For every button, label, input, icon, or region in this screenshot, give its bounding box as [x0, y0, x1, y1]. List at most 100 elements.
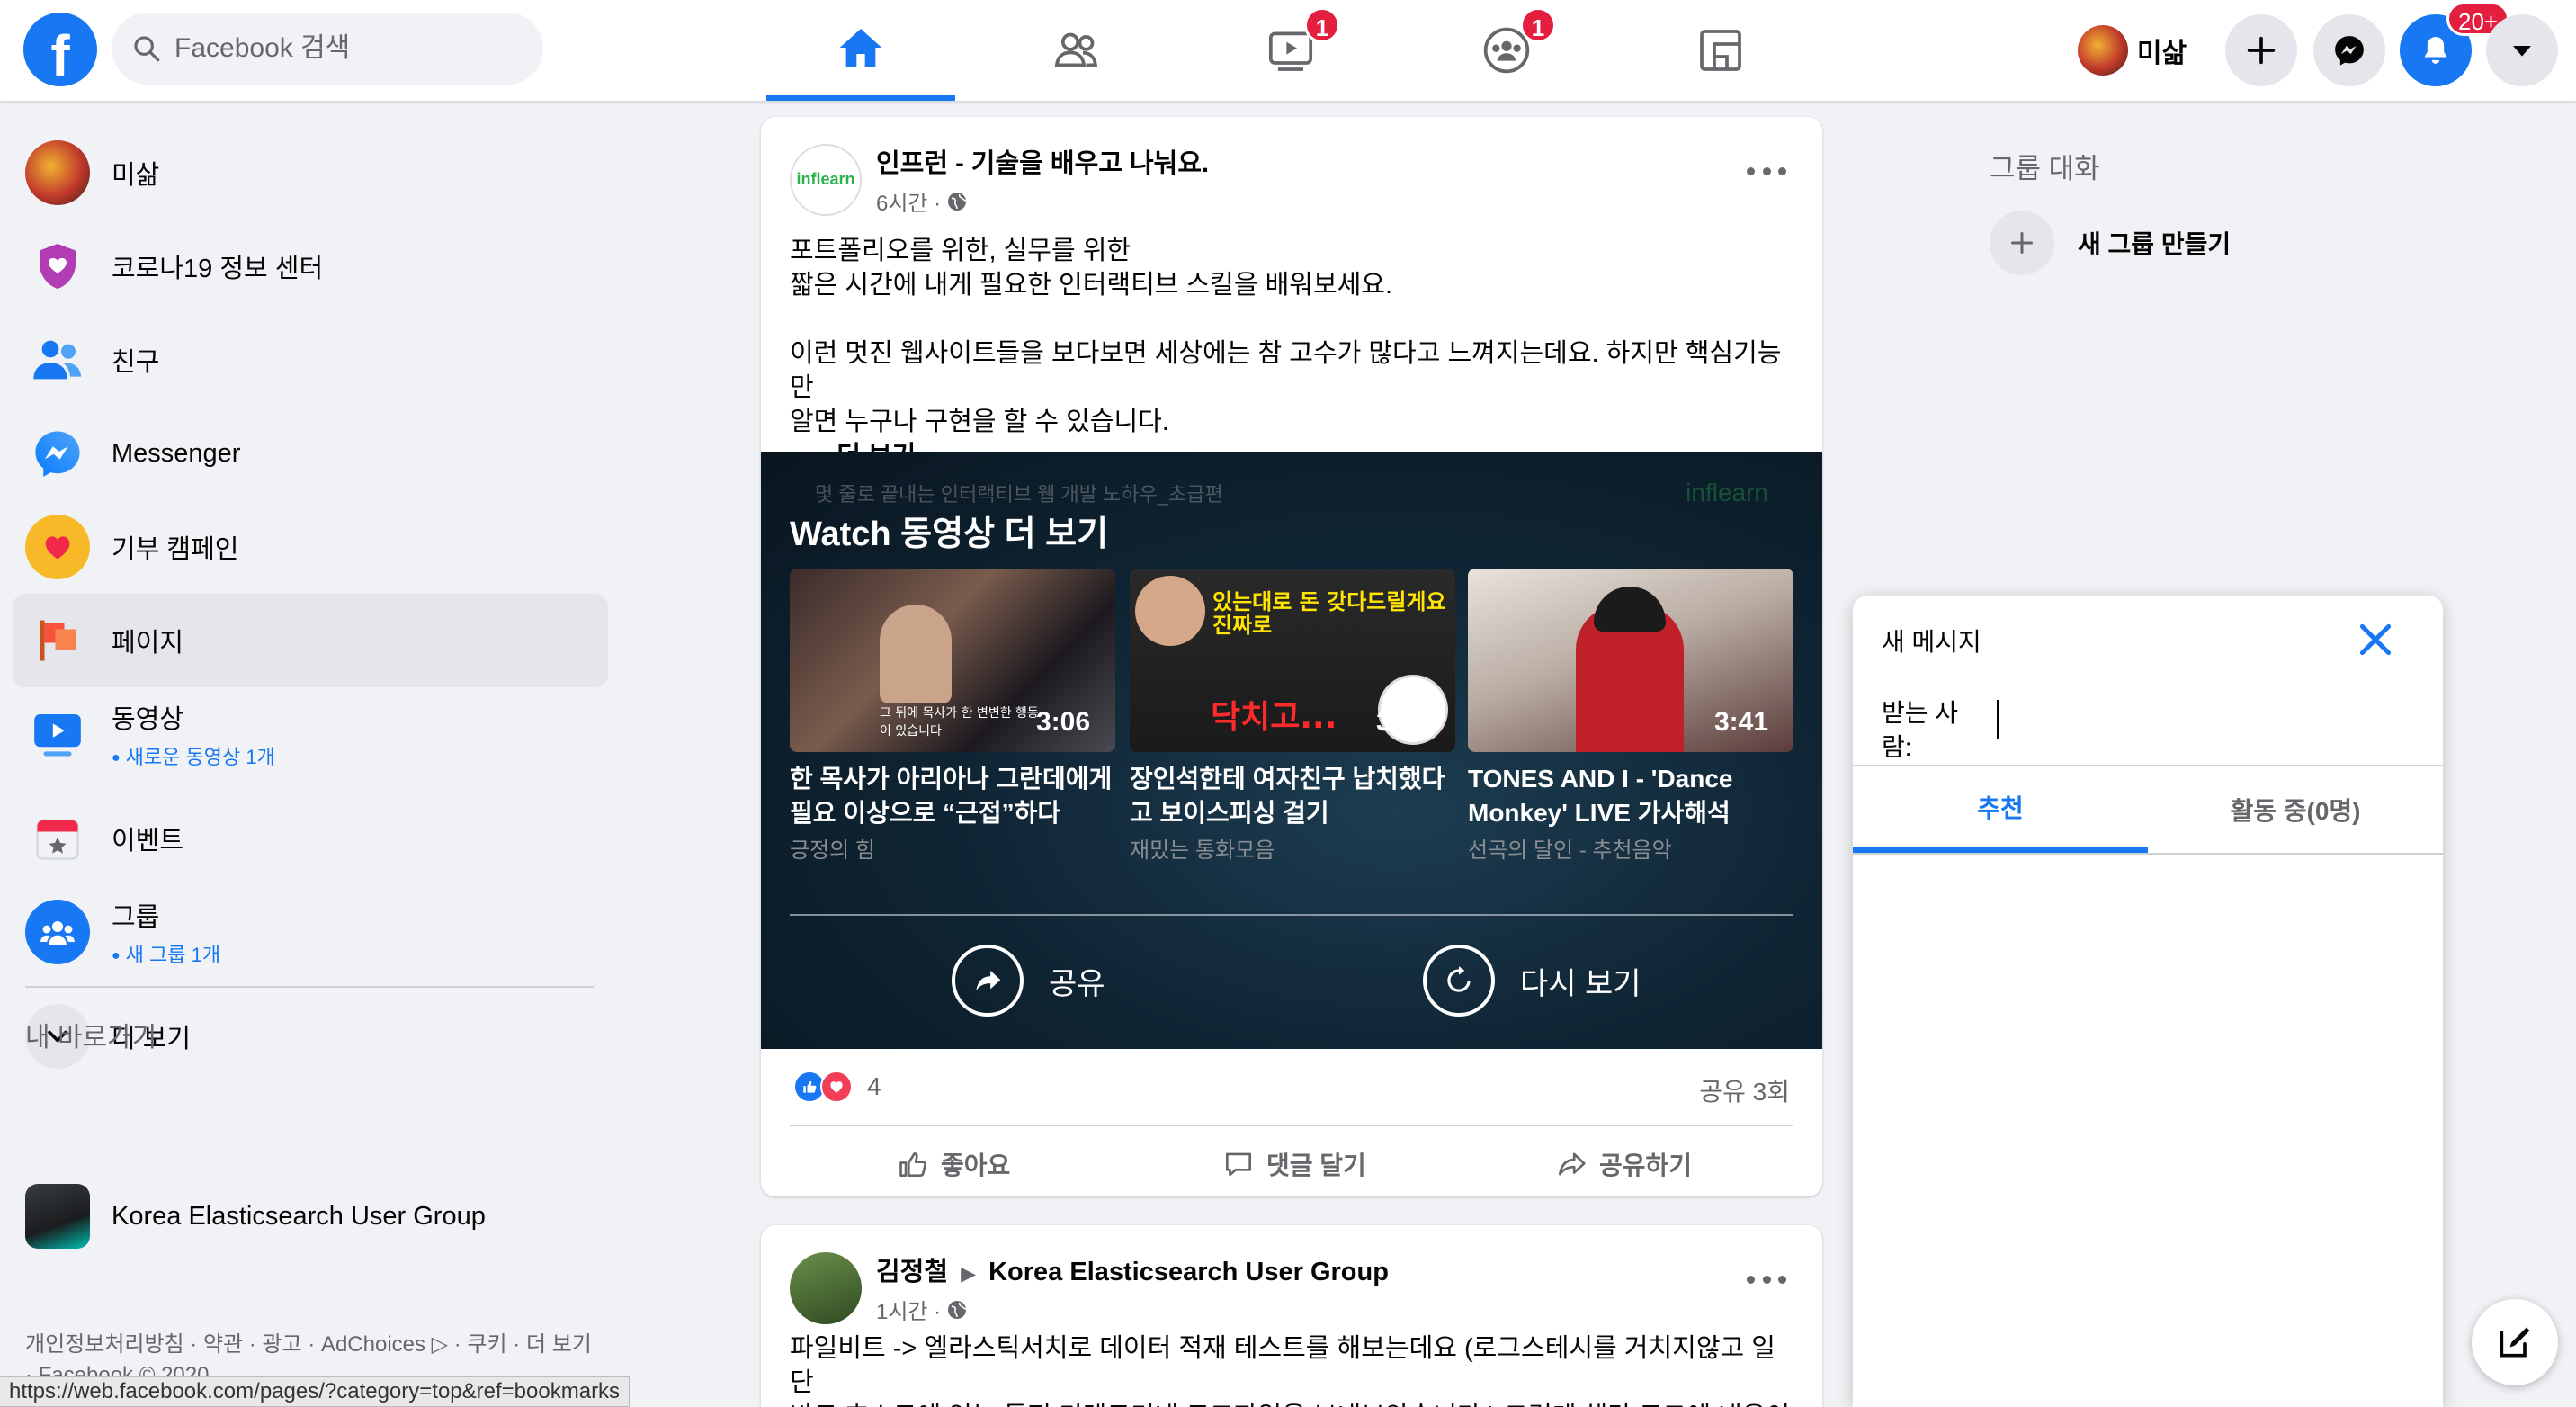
- video-thumbnail[interactable]: 그 뒤에 목사가 한 변변한 행동이 있습니다 3:06: [790, 569, 1115, 752]
- tab-gaming[interactable]: [1626, 0, 1815, 101]
- sidebar-item-friends[interactable]: 친구: [13, 313, 608, 407]
- sidebar-item-covid[interactable]: 코로나19 정보 센터: [13, 220, 608, 313]
- close-icon: [2359, 623, 2392, 656]
- account-menu-button[interactable]: [2486, 14, 2558, 86]
- post-header: inflearn 인프런 - 기술을 배우고 나눠요. 6시간 ·: [790, 142, 1209, 217]
- groups-icon: [25, 900, 90, 964]
- video-icon: [25, 702, 90, 766]
- watch-badge: 1: [1304, 7, 1340, 43]
- replay-icon: [1423, 945, 1495, 1017]
- sidebar-item-profile[interactable]: 미삶: [13, 126, 608, 220]
- new-message-button[interactable]: [2472, 1299, 2558, 1385]
- comment-button[interactable]: 댓글 달기: [1221, 1135, 1366, 1193]
- like-button[interactable]: 좋아요: [896, 1135, 1010, 1193]
- comment-label: 댓글 달기: [1266, 1152, 1366, 1179]
- post-header: 김정철 ▶ Korea Elasticsearch User Group 1시간…: [790, 1250, 1389, 1325]
- video-caption[interactable]: TONES AND I - 'Dance Monkey' LIVE 가사해석 선…: [1468, 762, 1793, 864]
- video-caption[interactable]: 장인석한테 여자친구 납치했다고 보이스피싱 걸기 재밌는 통화모음: [1130, 762, 1455, 864]
- share-label: 공유하기: [1599, 1152, 1693, 1179]
- search-input[interactable]: [174, 33, 516, 64]
- post-timestamp[interactable]: 1시간 ·: [876, 1294, 1389, 1325]
- covid-shield-icon: [25, 234, 90, 299]
- heart-icon: [25, 515, 90, 579]
- video-player[interactable]: 몇 줄로 끝내는 인터랙티브 웹 개발 노하우_초급편 inflearn Wat…: [761, 452, 1822, 1049]
- sidebar-item-messenger[interactable]: Messenger: [13, 407, 608, 500]
- create-button[interactable]: [2225, 14, 2297, 86]
- sidebar-item-label: 이벤트: [112, 827, 184, 856]
- sidebar-item-label: 기부 캠페인: [112, 535, 239, 564]
- tab-suggested[interactable]: 추천: [1853, 766, 2148, 853]
- post-text: 포트폴리오를 위한, 실무를 위한 짧은 시간에 내게 필요한 인터랙티브 스킬…: [790, 234, 1797, 473]
- sidebar-item-pages[interactable]: 페이지: [13, 594, 608, 687]
- sidebar-item-fundraisers[interactable]: 기부 캠페인: [13, 500, 608, 594]
- post-options-icon[interactable]: [1747, 153, 1786, 189]
- post-timestamp[interactable]: 6시간 ·: [876, 185, 1209, 217]
- video-caption[interactable]: 한 목사가 아리아나 그란데에게 필요 이상으로 “근접”하다 긍정의 힘: [790, 762, 1115, 864]
- tab-friends[interactable]: [982, 0, 1171, 101]
- bell-icon: [2424, 37, 2447, 64]
- sidebar-item-groups[interactable]: 그룹 새 그룹 1개: [13, 885, 608, 979]
- share-count[interactable]: 공유 3회: [1699, 1072, 1790, 1108]
- video-source: 재밌는 통화모음: [1130, 838, 1275, 863]
- thumb-hat: [1594, 587, 1666, 632]
- video-watermark: inflearn: [1686, 479, 1768, 506]
- post-avatar[interactable]: [790, 1251, 862, 1324]
- chat-title: 새 메시지: [1882, 628, 1981, 656]
- plus-icon: [1990, 211, 2054, 275]
- video-divider: [790, 914, 1793, 916]
- sidebar-item-sublabel: 새로운 동영상 1개: [112, 741, 275, 770]
- video-caption-text: 한 목사가 아리아나 그란데에게 필요 이상으로 “근접”하다: [790, 765, 1113, 827]
- post-author[interactable]: 김정철: [876, 1258, 948, 1286]
- calendar-icon: [25, 806, 90, 871]
- watch-more-heading: Watch 동영상 더 보기: [790, 515, 1109, 553]
- video-thumbnail[interactable]: 있는대로 돈 갖다드릴게요 진짜로 닥치고... 3:04: [1130, 569, 1455, 752]
- thumb-overlay-text: 닥치고...: [1211, 699, 1337, 736]
- video-replay-button[interactable]: 다시 보기: [1423, 945, 1641, 1017]
- tab-groups[interactable]: 1: [1412, 0, 1601, 101]
- reaction-count: 4: [867, 1072, 881, 1100]
- search-box[interactable]: [112, 13, 543, 85]
- tab-watch[interactable]: 1: [1196, 0, 1385, 101]
- post-author[interactable]: 인프런 - 기술을 배우고 나눠요.: [876, 142, 1209, 180]
- group-thumbnail: [25, 1184, 90, 1249]
- feed-post: inflearn 인프런 - 기술을 배우고 나눠요. 6시간 · 포트폴리오를…: [761, 117, 1822, 1196]
- tab-active-now[interactable]: 활동 중(0명): [2148, 766, 2443, 853]
- sidebar-item-label: Messenger: [112, 438, 241, 468]
- status-url: https://web.facebook.com/pages/?category…: [0, 1376, 631, 1407]
- sidebar-item-events[interactable]: 이벤트: [13, 792, 608, 885]
- share-button[interactable]: 공유하기: [1554, 1135, 1692, 1193]
- close-button[interactable]: [2353, 617, 2398, 662]
- recipient-input[interactable]: [1997, 700, 2393, 739]
- thumb-overlay-text: 그 뒤에 목사가 한 변변한 행동이 있습니다: [880, 706, 1039, 739]
- thumb-face: [1135, 576, 1205, 646]
- messenger-button[interactable]: [2313, 14, 2385, 86]
- profile-chip[interactable]: 미삶: [2078, 23, 2187, 77]
- sidebar-item-label: 동영상: [112, 705, 184, 734]
- video-thumbnail[interactable]: 3:41: [1468, 569, 1793, 752]
- plus-icon: [2247, 36, 2276, 65]
- avatar-logo-text: inflearn: [796, 170, 855, 188]
- facebook-logo-icon[interactable]: f: [23, 13, 97, 86]
- post-options-icon[interactable]: [1747, 1261, 1786, 1297]
- post-group[interactable]: Korea Elasticsearch User Group: [988, 1258, 1389, 1286]
- thumb-overlay-text: 있는대로 돈 갖다드릴게요 진짜로: [1212, 589, 1446, 638]
- thumb-figure: [880, 605, 952, 704]
- sidebar-item-videos[interactable]: 동영상 새로운 동영상 1개: [13, 687, 608, 781]
- tab-home[interactable]: [766, 0, 955, 101]
- video-replay-label: 다시 보기: [1520, 966, 1641, 1001]
- top-bar: f 1 1 미삶 20+: [0, 0, 2576, 101]
- share-arrow-icon: [1558, 1152, 1586, 1176]
- home-icon: [839, 29, 882, 67]
- reaction-summary[interactable]: 4: [793, 1071, 881, 1103]
- video-share-button[interactable]: 공유: [952, 945, 1105, 1017]
- post-avatar[interactable]: inflearn: [790, 143, 862, 216]
- video-duration: 3:04: [1375, 707, 1430, 737]
- shortcuts-heading: 내 바로가기: [25, 1023, 157, 1053]
- create-group-button[interactable]: 새 그룹 만들기: [1990, 211, 2231, 275]
- compose-icon: [2500, 1327, 2530, 1358]
- shortcut-item-elasticsearch[interactable]: Korea Elasticsearch User Group: [13, 1170, 608, 1263]
- profile-name: 미삶: [2137, 39, 2187, 68]
- sidebar-item-sublabel: 새 그룹 1개: [112, 939, 220, 968]
- video-caption-text: TONES AND I - 'Dance Monkey' LIVE 가사해석: [1468, 765, 1733, 827]
- video-duration: 3:41: [1713, 707, 1768, 737]
